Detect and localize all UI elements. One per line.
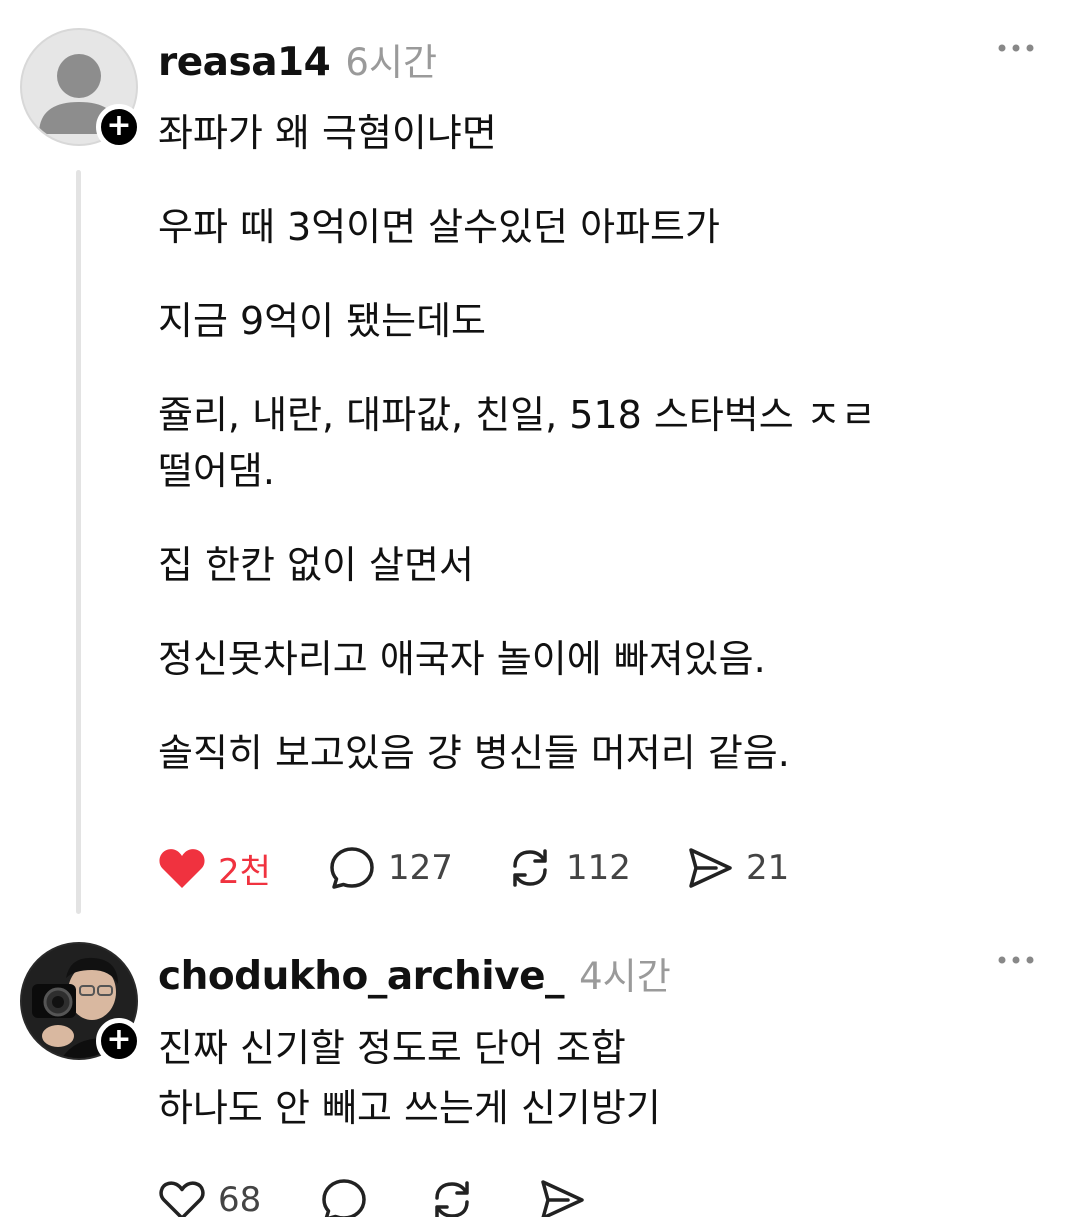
timestamp: 6시간 [345,41,438,84]
share-count: 21 [746,848,790,888]
send-icon [689,848,732,888]
more-dots-icon[interactable] [996,950,1036,970]
post-body: 좌파가 왜 극혐이냐면 우파 때 3억이면 살수있던 아파트가 지금 9억이 됐… [158,105,1038,781]
post-header: reasa14 6시간 [158,32,437,92]
thread-feed: + reasa14 6시간 좌파가 왜 극혐이냐면 우파 때 3억이면 살수있던… [0,0,1080,1217]
post-text-line: 집 한칸 없이 살면서 [158,543,474,587]
post-reasa14: + reasa14 6시간 좌파가 왜 극혐이냐면 우파 때 3억이면 살수있던… [0,0,1080,920]
comment-button[interactable]: 127 [328,838,453,898]
follow-button[interactable]: + [96,104,142,150]
repost-icon [435,1181,469,1217]
post-text-line: 하나도 안 빼고 쓰는게 신기방기 [158,1086,661,1130]
like-count: 68 [218,1180,262,1217]
plus-icon: + [106,1022,132,1057]
action-bar: 2천 127 112 21 [158,838,1058,898]
username[interactable]: reasa14 [158,40,331,85]
repost-button[interactable] [428,1170,476,1217]
post-text-line: 떨어댐. [158,449,275,493]
post-text-line: 우파 때 3억이면 살수있던 아파트가 [158,205,720,249]
more-dots-icon[interactable] [996,38,1036,58]
comment-bubble-icon [322,1179,366,1217]
post-body: 진짜 신기할 정도로 단어 조합 하나도 안 빼고 쓰는게 신기방기 [158,1018,1038,1138]
post-chodukho-archive: + chodukho_archive_ 4시간 진짜 신기할 정도로 단어 조합… [0,930,1080,1217]
avatar-container[interactable]: + [20,942,142,1064]
like-button[interactable]: 68 [158,1170,261,1217]
comment-button[interactable] [320,1170,368,1217]
action-bar: 68 [158,1170,1058,1217]
share-button[interactable]: 21 [686,838,789,898]
like-count: 2천 [218,851,271,892]
plus-icon: + [106,108,132,143]
post-text-line: 진짜 신기할 정도로 단어 조합 [158,1026,626,1070]
post-text-line: 정신못차리고 애국자 놀이에 빠져있음. [158,637,766,681]
post-text-line: 쥴리, 내란, 대파값, 친일, 518 스타벅스 ㅈㄹ [158,393,876,437]
post-text-line: 좌파가 왜 극혐이냐면 [158,111,497,155]
username[interactable]: chodukho_archive_ [158,954,565,999]
post-text-line: 지금 9억이 됐는데도 [158,299,487,343]
heart-icon [159,1181,205,1217]
post-header: chodukho_archive_ 4시간 [158,946,671,1006]
repost-count: 112 [566,848,631,888]
heart-icon [159,849,205,888]
comment-count: 127 [388,848,453,888]
send-icon [541,1180,584,1217]
like-button[interactable]: 2천 [158,838,271,898]
thread-line [76,170,81,914]
avatar-container[interactable]: + [20,28,142,150]
repost-button[interactable]: 112 [506,838,631,898]
follow-button[interactable]: + [96,1018,142,1064]
comment-bubble-icon [330,847,374,889]
share-button[interactable] [538,1170,586,1217]
post-text-line: 솔직히 보고있음 걍 병신들 머저리 같음. [158,731,790,775]
timestamp: 4시간 [579,955,671,998]
repost-icon [513,849,547,887]
